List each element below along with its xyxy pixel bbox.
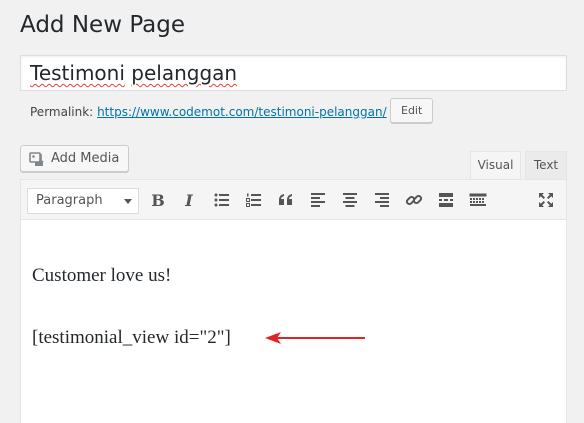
permalink-row: Permalink: https://www.codemot.com/testi… <box>30 104 387 120</box>
editor-toolbar: Paragraph B I <box>21 180 566 220</box>
page-title: Add New Page <box>20 12 185 38</box>
read-more-icon[interactable] <box>436 190 456 210</box>
format-select[interactable]: Paragraph <box>27 188 139 214</box>
chevron-down-icon <box>124 199 132 204</box>
align-left-icon[interactable] <box>308 190 328 210</box>
edit-permalink-button[interactable]: Edit <box>390 98 434 123</box>
content-shortcode: [testimonial_view id="2"] <box>32 327 231 348</box>
bold-button[interactable]: B <box>148 190 168 210</box>
numbered-list-icon[interactable] <box>244 190 264 210</box>
tab-text[interactable]: Text <box>525 151 567 180</box>
align-center-icon[interactable] <box>340 190 360 210</box>
title-word-1: Testimoni <box>30 61 125 85</box>
permalink-label: Permalink: <box>30 105 94 119</box>
format-select-value: Paragraph <box>36 193 103 208</box>
title-word-2: pelanggan <box>131 61 238 85</box>
tab-visual[interactable]: Visual <box>470 151 521 180</box>
media-icon <box>29 151 46 167</box>
add-media-label: Add Media <box>51 151 120 166</box>
annotation-arrow-icon <box>265 332 365 344</box>
toolbar-toggle-icon[interactable] <box>468 190 488 210</box>
blockquote-icon[interactable] <box>276 190 296 210</box>
page-title-input[interactable]: Testimoni pelanggan <box>20 55 567 91</box>
align-right-icon[interactable] <box>372 190 392 210</box>
content-editor[interactable]: Paragraph B I Customer love us! [testimo… <box>20 179 567 423</box>
add-media-button[interactable]: Add Media <box>20 145 130 172</box>
bullet-list-icon[interactable] <box>212 190 232 210</box>
fullscreen-icon[interactable] <box>536 190 556 210</box>
content-paragraph: Customer love us! <box>32 265 172 286</box>
editor-content[interactable]: Customer love us! [testimonial_view id="… <box>32 264 231 388</box>
permalink-link[interactable]: https://www.codemot.com/testimoni-pelang… <box>97 105 387 119</box>
italic-button[interactable]: I <box>179 190 199 210</box>
insert-link-icon[interactable] <box>404 190 424 210</box>
